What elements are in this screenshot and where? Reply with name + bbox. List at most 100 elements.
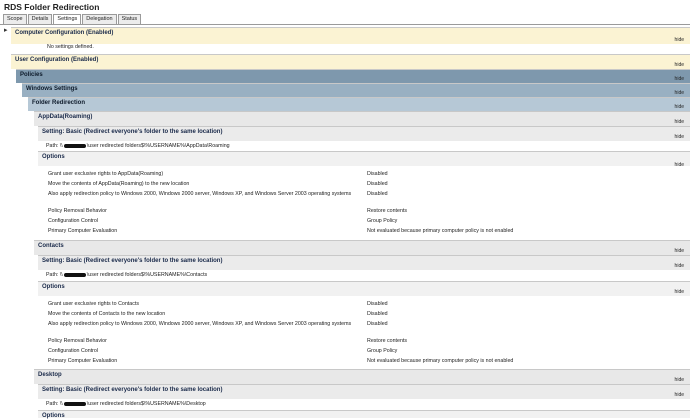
appdata-path: Path: \\ \user redirected folders$\%USERN… — [46, 143, 230, 149]
hide-link[interactable]: hide — [675, 289, 684, 295]
tab-strip: Scope Details Settings Delegation Status — [3, 14, 142, 25]
path-prefix: Path: \\ — [46, 272, 63, 278]
contacts-setting-header[interactable]: Setting: Basic (Redirect everyone's fold… — [38, 255, 690, 270]
appdata-policy-row: Configuration Control Group Policy — [38, 218, 690, 226]
policy-key: Primary Computer Evaluation — [48, 228, 118, 234]
option-key: Grant user exclusive rights to Contacts — [48, 301, 139, 307]
policy-value: Group Policy — [367, 218, 398, 224]
path-suffix: \user redirected folders$\%USERNAME%\App… — [86, 143, 230, 149]
desktop-path: Path: \\ \user redirected folders$\%USERN… — [46, 401, 206, 407]
desktop-header[interactable]: Desktop hide — [34, 369, 690, 384]
contacts-options-label: Options — [42, 284, 65, 290]
policies-header[interactable]: Policies hide — [16, 69, 690, 83]
hide-link[interactable]: hide — [675, 392, 684, 398]
tab-scope[interactable]: Scope — [3, 14, 27, 24]
folder-redirection-label: Folder Redirection — [32, 100, 86, 106]
windows-settings-label: Windows Settings — [26, 86, 78, 92]
user-config-header[interactable]: User Configuration (Enabled) hide — [11, 54, 690, 69]
option-value: Disabled — [367, 171, 388, 177]
path-prefix: Path: \\ — [46, 143, 63, 149]
desktop-path-row: Path: \\ \user redirected folders$\%USERN… — [38, 401, 690, 409]
tab-status[interactable]: Status — [117, 14, 142, 24]
option-value: Disabled — [367, 321, 388, 327]
desktop-options-label: Options — [42, 413, 65, 419]
appdata-options-label: Options — [42, 154, 65, 160]
policy-key: Policy Removal Behavior — [48, 208, 107, 214]
contacts-option-row: Grant user exclusive rights to Contacts … — [38, 301, 690, 309]
contacts-path: Path: \\ \user redirected folders$\%USERN… — [46, 272, 207, 278]
policy-key: Configuration Control — [48, 218, 99, 224]
policy-value: Restore contents — [367, 208, 408, 214]
folder-redirection-header[interactable]: Folder Redirection hide — [28, 97, 690, 111]
contacts-label: Contacts — [38, 243, 64, 249]
tab-details[interactable]: Details — [27, 14, 53, 24]
appdata-header[interactable]: AppData(Roaming) hide — [34, 111, 690, 126]
hide-link[interactable]: hide — [675, 119, 684, 125]
redacted-server — [63, 272, 86, 277]
appdata-setting-label: Setting: Basic (Redirect everyone's fold… — [42, 129, 223, 135]
computer-config-label: Computer Configuration (Enabled) — [15, 30, 114, 36]
policy-key: Primary Computer Evaluation — [48, 358, 118, 364]
hide-link[interactable]: hide — [675, 377, 684, 383]
option-value: Disabled — [367, 191, 388, 197]
appdata-option-row: Grant user exclusive rights to AppData(R… — [38, 171, 690, 179]
appdata-options-header[interactable]: Options hide — [38, 151, 690, 168]
desktop-options-header[interactable]: Options — [38, 410, 690, 419]
title-bar: RDS Folder Redirection — [0, 0, 690, 14]
policy-key: Configuration Control — [48, 348, 99, 354]
contacts-path-row: Path: \\ \user redirected folders$\%USERN… — [38, 272, 690, 280]
hide-link[interactable]: hide — [675, 37, 684, 43]
option-key: Move the contents of AppData(Roaming) to… — [48, 181, 190, 187]
policy-value: Not evaluated because primary computer p… — [367, 358, 514, 364]
hide-link[interactable]: hide — [675, 62, 684, 68]
option-key: Also apply redirection policy to Windows… — [48, 321, 352, 327]
option-key: Move the contents of Contacts to the new… — [48, 311, 166, 317]
window-title: RDS Folder Redirection — [4, 2, 100, 12]
hide-link[interactable]: hide — [675, 162, 684, 168]
appdata-policy-row: Policy Removal Behavior Restore contents — [38, 208, 690, 216]
desktop-setting-label: Setting: Basic (Redirect everyone's fold… — [42, 387, 223, 393]
option-key: Grant user exclusive rights to AppData(R… — [48, 171, 164, 177]
policy-key: Policy Removal Behavior — [48, 338, 107, 344]
path-suffix: \user redirected folders$\%USERNAME%\Con… — [86, 272, 208, 278]
user-config-label: User Configuration (Enabled) — [15, 57, 99, 63]
redacted-server — [63, 143, 86, 148]
hide-link[interactable]: hide — [675, 76, 684, 82]
tab-delegation[interactable]: Delegation — [82, 14, 117, 24]
contacts-setting-label: Setting: Basic (Redirect everyone's fold… — [42, 258, 223, 264]
hide-link[interactable]: hide — [675, 104, 684, 110]
option-value: Disabled — [367, 301, 388, 307]
policy-value: Not evaluated because primary computer p… — [367, 228, 514, 234]
scroll-up-arrow-icon[interactable]: ▸ — [4, 27, 10, 35]
hide-link[interactable]: hide — [675, 248, 684, 254]
hide-link[interactable]: hide — [675, 90, 684, 96]
redacted-server — [63, 401, 86, 406]
appdata-option-row: Move the contents of AppData(Roaming) to… — [38, 181, 690, 189]
contacts-header[interactable]: Contacts hide — [34, 240, 690, 255]
appdata-path-row: Path: \\ \user redirected folders$\%USERN… — [38, 143, 690, 151]
option-value: Disabled — [367, 181, 388, 187]
path-suffix: \user redirected folders$\%USERNAME%\Des… — [86, 401, 206, 407]
contacts-policy-row: Policy Removal Behavior Restore contents — [38, 338, 690, 346]
no-settings-text: No settings defined. — [47, 44, 94, 50]
policies-label: Policies — [20, 72, 43, 78]
desktop-label: Desktop — [38, 372, 62, 378]
contacts-option-row: Also apply redirection policy to Windows… — [38, 321, 690, 329]
appdata-policy-row: Primary Computer Evaluation Not evaluate… — [38, 228, 690, 236]
appdata-option-row: Also apply redirection policy to Windows… — [38, 191, 690, 199]
hide-link[interactable]: hide — [675, 134, 684, 140]
contacts-option-row: Move the contents of Contacts to the new… — [38, 311, 690, 319]
option-value: Disabled — [367, 311, 388, 317]
hide-link[interactable]: hide — [675, 263, 684, 269]
appdata-label: AppData(Roaming) — [38, 114, 93, 120]
contacts-policy-row: Primary Computer Evaluation Not evaluate… — [38, 358, 690, 366]
desktop-setting-header[interactable]: Setting: Basic (Redirect everyone's fold… — [38, 384, 690, 399]
option-key: Also apply redirection policy to Windows… — [48, 191, 352, 197]
appdata-setting-header[interactable]: Setting: Basic (Redirect everyone's fold… — [38, 126, 690, 141]
policy-value: Group Policy — [367, 348, 398, 354]
path-prefix: Path: \\ — [46, 401, 63, 407]
computer-config-header[interactable]: Computer Configuration (Enabled) hide — [11, 27, 690, 44]
windows-settings-header[interactable]: Windows Settings hide — [22, 83, 690, 97]
contacts-policy-row: Configuration Control Group Policy — [38, 348, 690, 356]
contacts-options-header[interactable]: Options hide — [38, 281, 690, 296]
